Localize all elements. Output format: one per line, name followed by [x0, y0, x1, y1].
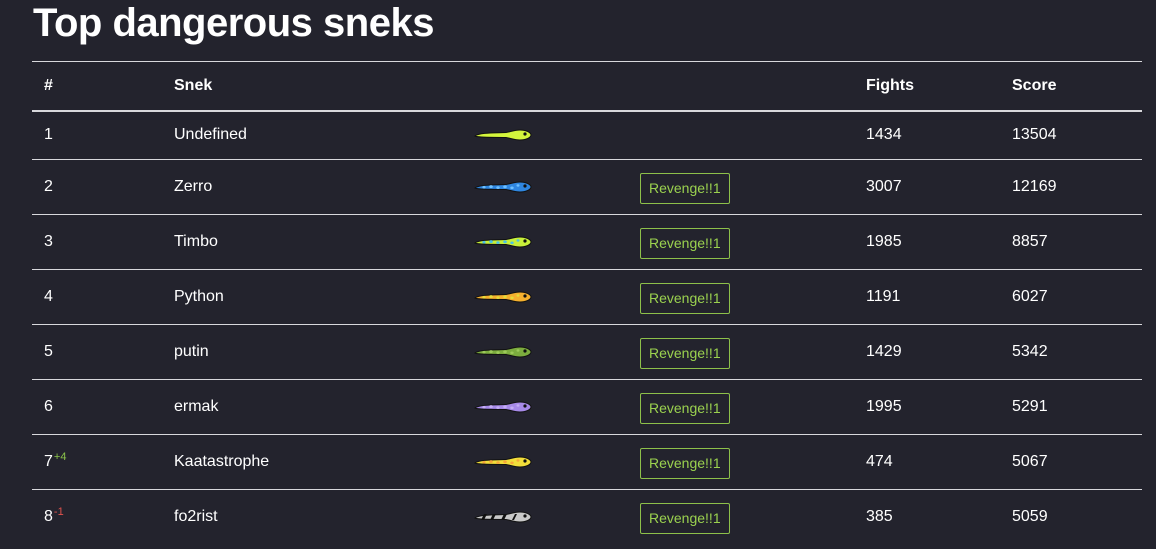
revenge-button[interactable]: Revenge!!1: [640, 448, 730, 479]
rank-cell: 7+4: [32, 435, 162, 490]
column-header-score: Score: [1012, 76, 1057, 94]
action-cell: Revenge!!1: [628, 380, 854, 435]
table-row: 8-1 fo2rist Revenge!!1 385 5059: [32, 490, 1142, 545]
snek-name: Kaatastrophe: [174, 453, 270, 470]
snek-skin-cell: [462, 435, 628, 490]
snake-icon: [474, 181, 532, 193]
score-cell: 6027: [1012, 288, 1048, 305]
rank-number: 7: [44, 453, 53, 470]
table-row: 7+4 Kaatastrophe Revenge!!1 474 5067: [32, 435, 1142, 490]
snake-icon: [474, 236, 532, 248]
score-cell: 5342: [1012, 343, 1048, 360]
snake-icon: [474, 401, 532, 413]
fights-cell: 385: [866, 508, 893, 526]
rank-number: 2: [44, 178, 53, 195]
score-cell: 5067: [1012, 453, 1048, 470]
rank-cell: 2: [32, 160, 162, 215]
table-row: 1 Undefined 1434 13504: [32, 111, 1142, 160]
action-cell: Revenge!!1: [628, 325, 854, 380]
snek-name: Timbo: [174, 233, 218, 250]
action-cell: Revenge!!1: [628, 215, 854, 270]
rank-number: 3: [44, 233, 53, 250]
rank-change-badge: -1: [53, 505, 64, 518]
revenge-button[interactable]: Revenge!!1: [640, 173, 730, 204]
fights-cell: 1985: [866, 233, 902, 250]
snake-icon: [474, 346, 532, 358]
fights-cell: 1191: [866, 288, 901, 305]
leaderboard-table: # Snek Fights Score 1 Undefined 1434 13504 2…: [32, 61, 1142, 545]
snek-skin-cell: [462, 160, 628, 215]
rank-cell: 1: [32, 111, 162, 160]
action-cell: Revenge!!1: [628, 270, 854, 325]
fights-cell: 1434: [866, 126, 902, 144]
revenge-button[interactable]: Revenge!!1: [640, 228, 730, 259]
snek-name: putin: [174, 343, 209, 360]
table-row: 4 Python Revenge!!1 1191 6027: [32, 270, 1142, 325]
revenge-button[interactable]: Revenge!!1: [640, 393, 730, 424]
rank-number: 4: [44, 288, 53, 305]
snek-skin-cell: [462, 270, 628, 325]
action-cell: Revenge!!1: [628, 160, 854, 215]
fights-cell: 1995: [866, 398, 902, 415]
revenge-button[interactable]: Revenge!!1: [640, 338, 730, 369]
revenge-button[interactable]: Revenge!!1: [640, 283, 730, 314]
column-header-skin: [462, 62, 628, 111]
action-cell: Revenge!!1: [628, 490, 854, 545]
snek-name: Undefined: [174, 126, 247, 144]
column-header-fights: Fights: [866, 76, 914, 94]
table-row: 2 Zerro Revenge!!1 3007 12169: [32, 160, 1142, 215]
table-body: 1 Undefined 1434 13504 2 Zerro Revenge!!1 3007 1…: [32, 111, 1142, 545]
rank-number: 8: [44, 508, 53, 526]
table-row: 3 Timbo Revenge!!1 1985 8857: [32, 215, 1142, 270]
rank-cell: 6: [32, 380, 162, 435]
revenge-button[interactable]: Revenge!!1: [640, 503, 730, 535]
rank-cell: 3: [32, 215, 162, 270]
rank-cell: 5: [32, 325, 162, 380]
action-cell: [628, 111, 854, 160]
snek-skin-cell: [462, 111, 628, 160]
rank-number: 5: [44, 343, 53, 360]
leaderboard-page: Top dangerous sneks # Snek Fights Score …: [0, 0, 1156, 549]
snek-skin-cell: [462, 380, 628, 435]
snek-name: Zerro: [174, 178, 213, 195]
snek-skin-cell: [462, 215, 628, 270]
fights-cell: 1429: [866, 343, 902, 360]
score-cell: 8857: [1012, 233, 1048, 250]
fights-cell: 474: [866, 453, 893, 470]
score-cell: 5291: [1012, 398, 1048, 415]
snake-icon: [474, 456, 532, 468]
snake-icon: [474, 291, 532, 303]
snake-icon: [474, 129, 532, 141]
snek-name: fo2rist: [174, 508, 218, 526]
table-header-row: # Snek Fights Score: [32, 61, 1142, 111]
table-row: 6 ermak Revenge!!1 1995 5291: [32, 380, 1142, 435]
rank-change-badge: +4: [53, 450, 67, 463]
score-cell: 12169: [1012, 178, 1057, 195]
snek-name: ermak: [174, 398, 219, 415]
rank-cell: 4: [32, 270, 162, 325]
column-header-rank: #: [44, 76, 53, 94]
snek-skin-cell: [462, 325, 628, 380]
column-header-snek: Snek: [174, 76, 213, 94]
snek-skin-cell: [462, 490, 628, 545]
action-cell: Revenge!!1: [628, 435, 854, 490]
rank-number: 1: [44, 126, 53, 144]
snake-icon: [474, 511, 532, 523]
snek-name: Python: [174, 288, 224, 305]
column-header-action: [628, 62, 854, 111]
rank-cell: 8-1: [32, 490, 162, 545]
rank-number: 6: [44, 398, 53, 415]
table-row: 5 putin Revenge!!1 1429 5342: [32, 325, 1142, 380]
score-cell: 13504: [1012, 126, 1057, 144]
score-cell: 5059: [1012, 508, 1048, 526]
fights-cell: 3007: [866, 178, 902, 195]
page-title: Top dangerous sneks: [33, 1, 434, 45]
